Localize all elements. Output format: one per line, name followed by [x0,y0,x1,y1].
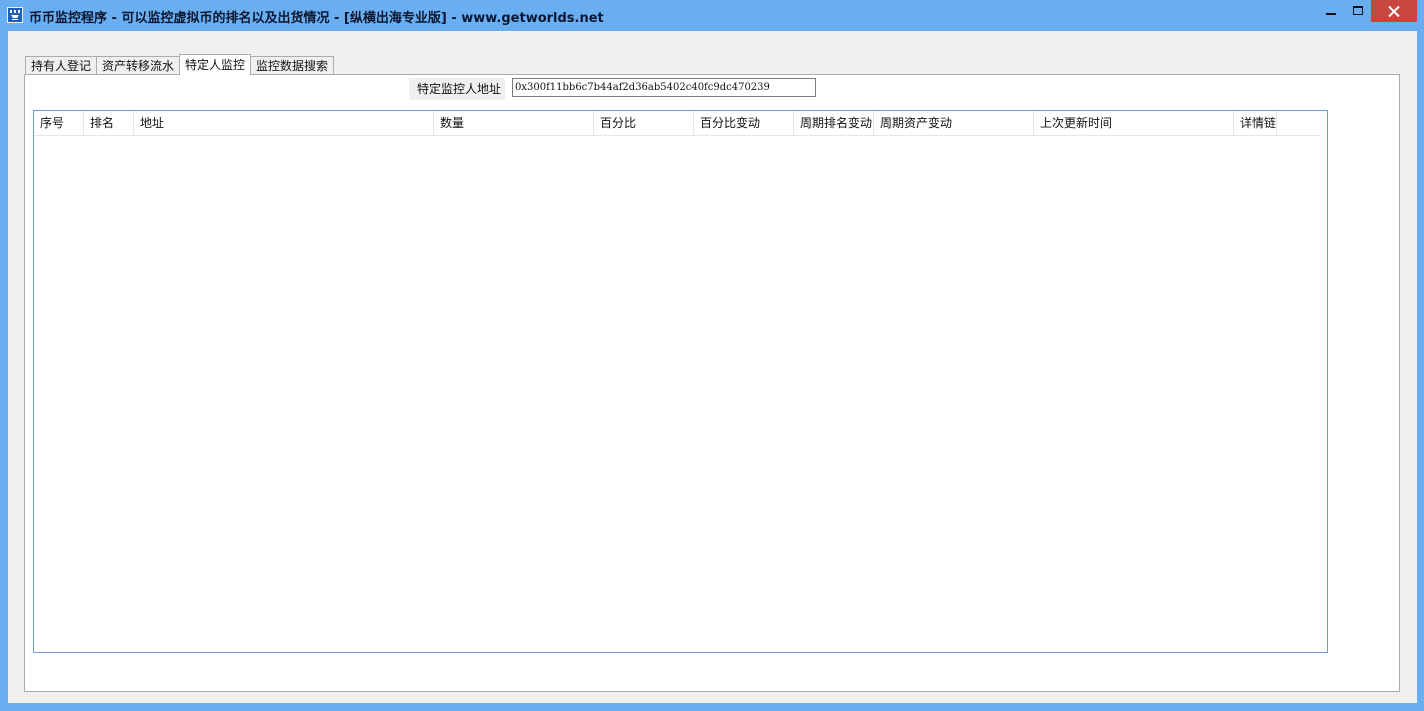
tab-asset-transfer-log[interactable]: 资产转移流水 [96,56,181,75]
address-label: 特定监控人地址 [409,78,505,100]
client-area: 持有人登记 资产转移流水 特定人监控 监控数据搜索 特定监控人地址 序号 排名 … [8,31,1417,703]
result-list[interactable]: 序号 排名 地址 数量 百分比 百分比变动 周期排名变动 周期资产变动 上次更新… [33,110,1328,653]
column-header-detail-link[interactable]: 详情链接 [1234,111,1277,135]
tab-monitor-data-search[interactable]: 监控数据搜索 [250,56,335,75]
main-window: 币币监控程序 - 可以监控虚拟币的排名以及出货情况 - [纵横出海专业版] - … [0,0,1424,711]
column-header-period-asset-change[interactable]: 周期资产变动 [874,111,1034,135]
tab-holder-registration[interactable]: 持有人登记 [25,56,98,75]
tab-specific-monitor[interactable]: 特定人监控 [179,54,252,75]
column-header-index[interactable]: 序号 [34,111,84,135]
column-header-rank[interactable]: 排名 [84,111,134,135]
column-header-address[interactable]: 地址 [134,111,434,135]
minimize-button[interactable] [1318,0,1344,22]
title-bar[interactable]: 币币监控程序 - 可以监控虚拟币的排名以及出货情况 - [纵横出海专业版] - … [0,0,1424,31]
column-header-percent[interactable]: 百分比 [594,111,694,135]
column-header-percent-change[interactable]: 百分比变动 [694,111,794,135]
column-header-amount[interactable]: 数量 [434,111,594,135]
app-logo-icon [7,7,23,23]
tab-strip: 持有人登记 资产转移流水 特定人监控 监控数据搜索 [25,54,335,75]
close-icon [1388,5,1400,17]
window-title: 币币监控程序 - 可以监控虚拟币的排名以及出货情况 - [纵横出海专业版] - … [29,11,604,26]
column-header-period-rank-change[interactable]: 周期排名变动 [794,111,874,135]
column-header-last-update[interactable]: 上次更新时间 [1034,111,1234,135]
maximize-icon [1352,6,1363,15]
close-button[interactable] [1371,0,1417,22]
column-header-filler [1277,111,1319,135]
address-input[interactable] [512,78,816,97]
minimize-icon [1326,13,1336,15]
maximize-button[interactable] [1344,0,1371,22]
list-header: 序号 排名 地址 数量 百分比 百分比变动 周期排名变动 周期资产变动 上次更新… [34,111,1319,136]
tab-page-specific-monitor: 特定监控人地址 序号 排名 地址 数量 百分比 百分比变动 周期排名变动 周期资… [24,74,1400,692]
